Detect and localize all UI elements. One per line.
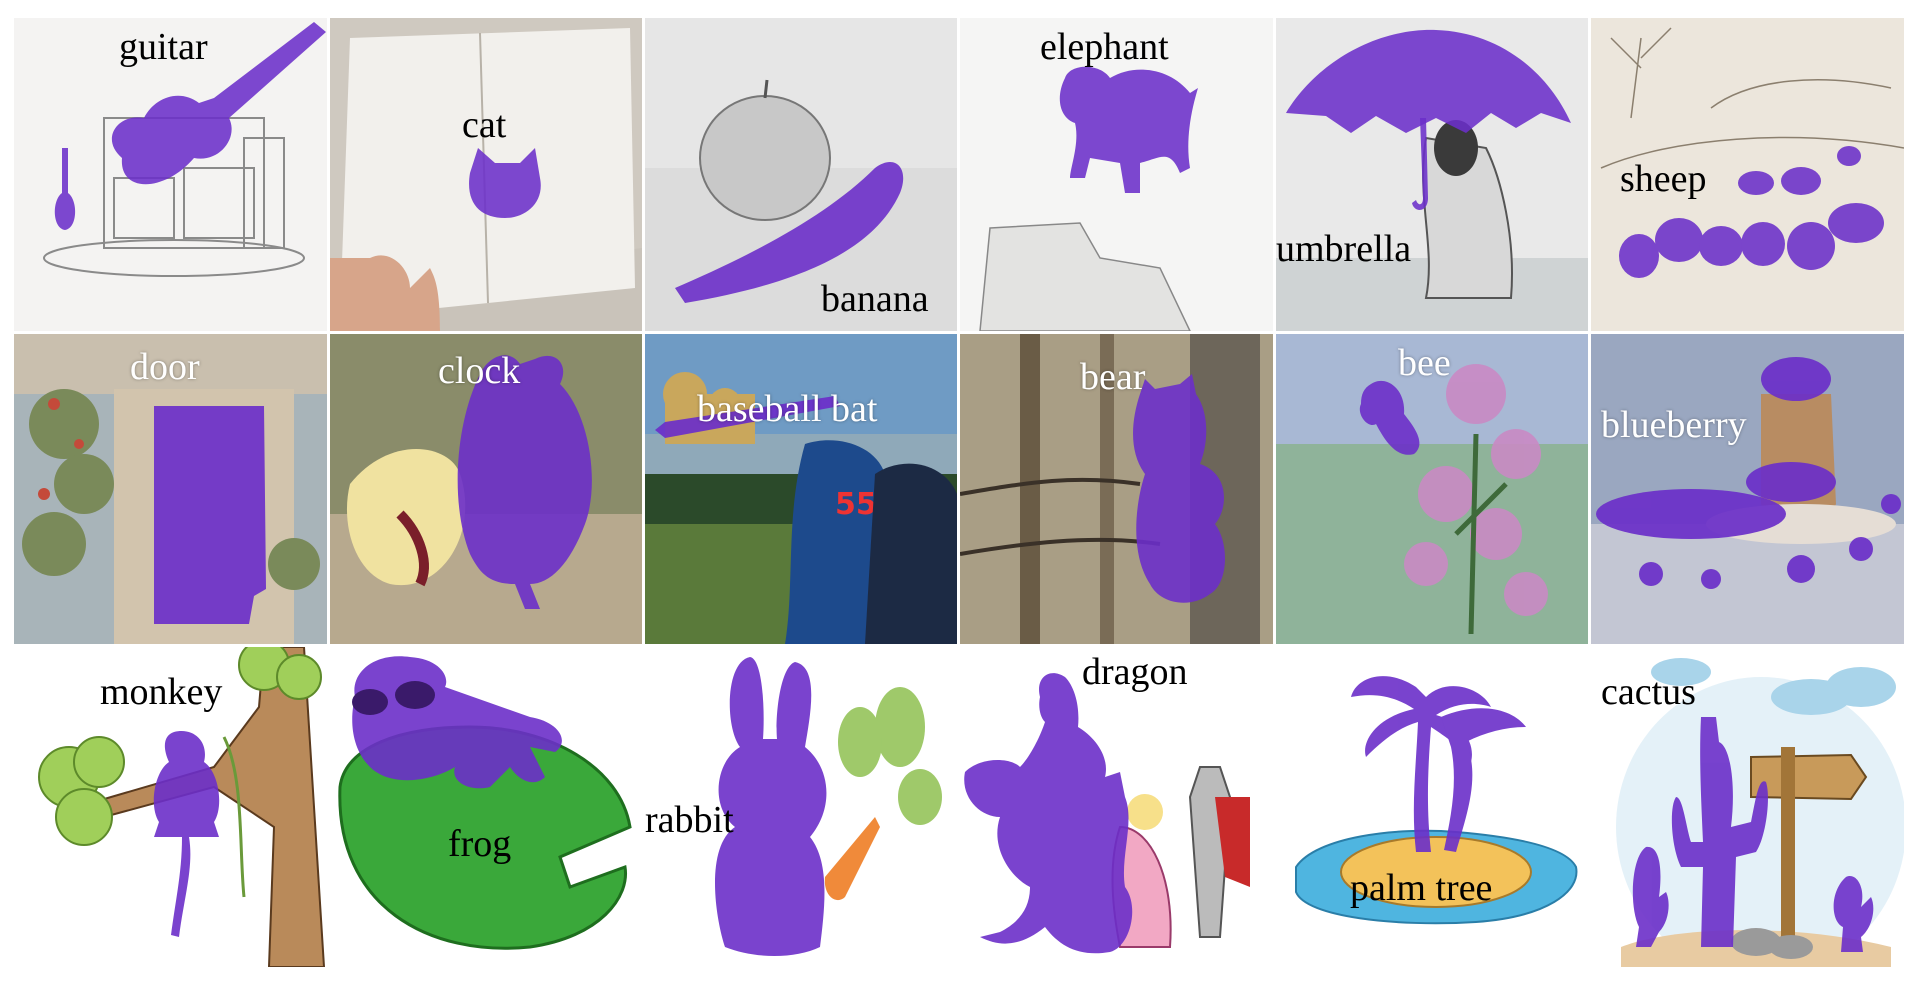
- cat-icon: [330, 18, 642, 331]
- tile-frog: frog: [330, 647, 642, 967]
- tile-guitar: guitar: [14, 18, 327, 331]
- tile-banana: banana: [645, 18, 957, 331]
- label-sheep: sheep: [1620, 158, 1707, 200]
- label-baseball-bat: baseball bat: [697, 388, 878, 430]
- label-guitar: guitar: [119, 26, 208, 68]
- blueberry-icon: [1591, 334, 1904, 644]
- frog-icon: [330, 647, 642, 967]
- tile-clock: clock: [330, 334, 642, 644]
- tile-elephant: elephant: [960, 18, 1273, 331]
- label-bee: bee: [1398, 342, 1451, 384]
- label-monkey: monkey: [100, 671, 223, 713]
- dragon-icon: [960, 647, 1273, 967]
- umbrella-icon: [1276, 18, 1588, 331]
- tile-cactus: cactus: [1591, 647, 1904, 967]
- label-bear: bear: [1080, 356, 1146, 398]
- tile-bear: bear: [960, 334, 1273, 644]
- tile-palm-tree: palm tree: [1276, 647, 1588, 967]
- segmentation-grid: guitar cat banana elephant umbrella shee…: [0, 0, 1911, 984]
- label-umbrella: umbrella: [1276, 228, 1412, 270]
- label-cactus: cactus: [1601, 671, 1696, 713]
- label-banana: banana: [821, 278, 929, 320]
- tile-dragon: dragon: [960, 647, 1273, 967]
- label-elephant: elephant: [1040, 26, 1169, 68]
- tile-umbrella: umbrella: [1276, 18, 1588, 331]
- tile-rabbit: rabbit: [645, 647, 957, 967]
- label-palm-tree: palm tree: [1350, 867, 1493, 909]
- label-frog: frog: [448, 823, 512, 865]
- tile-blueberry: blueberry: [1591, 334, 1904, 644]
- tile-baseball-bat: 55 baseball bat: [645, 334, 957, 644]
- palm-tree-icon: [1276, 647, 1588, 967]
- tile-sheep: sheep: [1591, 18, 1904, 331]
- label-clock: clock: [438, 350, 521, 392]
- label-door: door: [130, 346, 200, 388]
- label-blueberry: blueberry: [1601, 404, 1747, 446]
- tile-cat: cat: [330, 18, 642, 331]
- label-cat: cat: [462, 104, 507, 146]
- label-rabbit: rabbit: [645, 799, 734, 841]
- tile-door: door: [14, 334, 327, 644]
- tile-bee: bee: [1276, 334, 1588, 644]
- tile-monkey: monkey: [14, 647, 327, 967]
- svg-text:55: 55: [835, 487, 877, 522]
- label-dragon: dragon: [1082, 651, 1188, 693]
- baseball-bat-icon: 55: [645, 334, 957, 644]
